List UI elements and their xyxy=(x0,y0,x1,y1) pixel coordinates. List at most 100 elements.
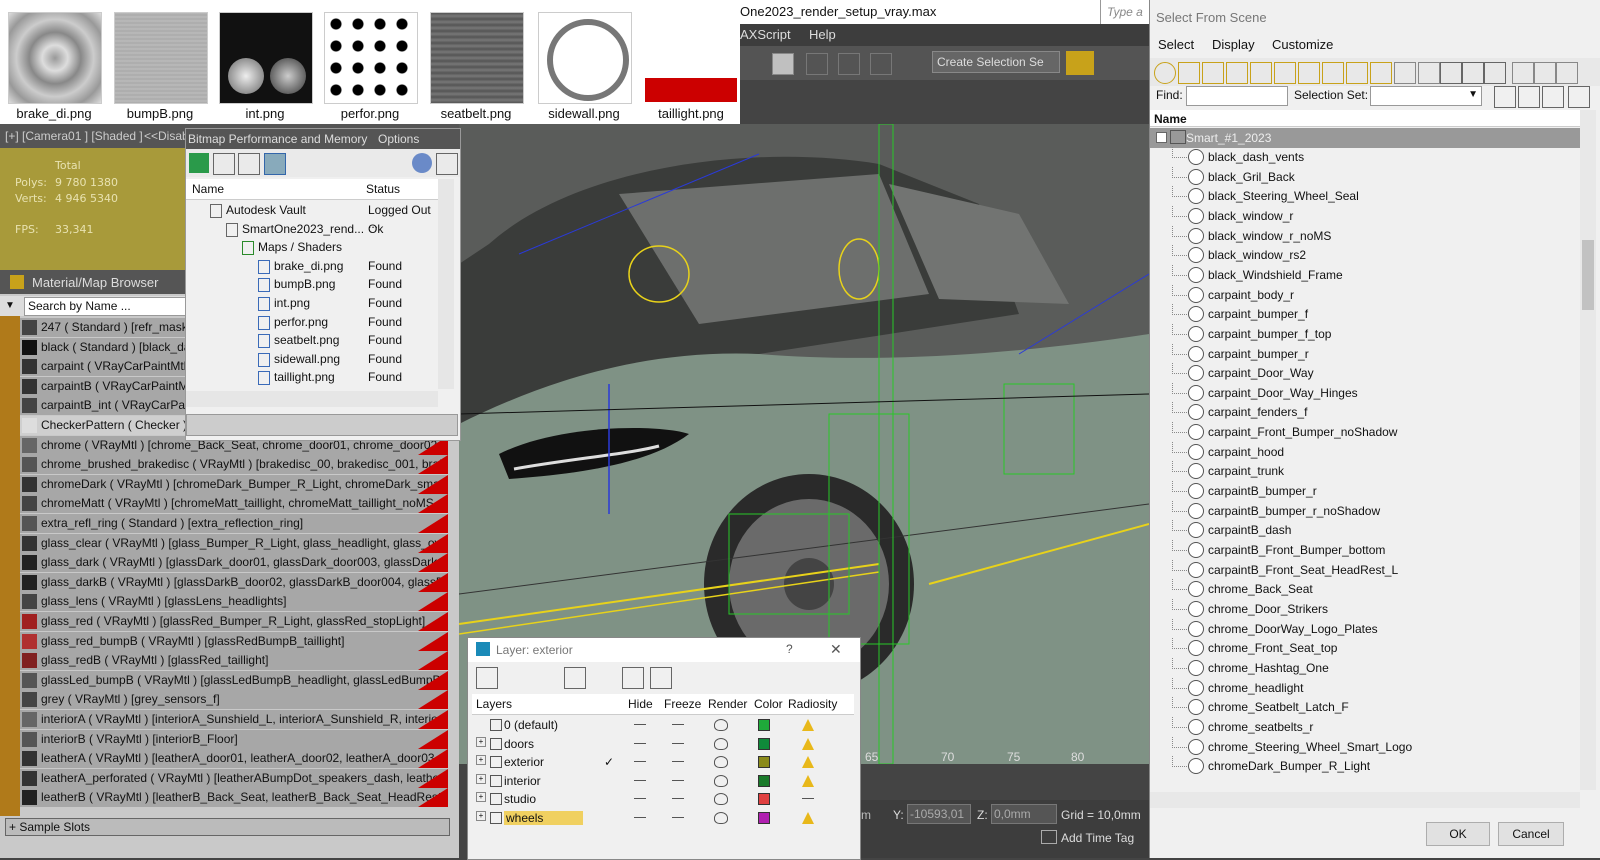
layer-expand-icon[interactable]: + xyxy=(476,811,486,821)
scene-object-row[interactable]: carpaint_Front_Bumper_noShadow xyxy=(1150,422,1570,442)
sfs-col-name[interactable]: Name xyxy=(1154,112,1187,126)
layer-expand-icon[interactable]: + xyxy=(476,773,486,784)
bones-filter-icon[interactable] xyxy=(1346,62,1368,84)
groups-filter-icon[interactable] xyxy=(1298,62,1320,84)
material-list-item[interactable]: glass_red_bumpB ( VRayMtl ) [glassRedBum… xyxy=(20,631,448,651)
scene-object-row[interactable]: carpaint_bumper_r xyxy=(1150,343,1570,364)
search-options-icon[interactable]: ▼ xyxy=(5,300,15,311)
frozen-filter-icon[interactable] xyxy=(1394,62,1416,84)
bitmap-list-item[interactable]: int.png Found xyxy=(186,294,438,313)
hidden-filter-icon[interactable] xyxy=(1418,62,1440,84)
scene-object-row[interactable]: black_window_r xyxy=(1150,205,1570,226)
scene-object-row[interactable]: chrome_Seatbelt_Latch_F xyxy=(1150,697,1570,717)
align-icon[interactable] xyxy=(870,53,892,75)
scene-object-row[interactable]: carpaintB_bumper_r xyxy=(1150,481,1570,501)
freeze-toggle[interactable] xyxy=(672,817,684,818)
scene-object-row[interactable]: carpaint_body_r xyxy=(1150,284,1570,305)
radiosity-icon[interactable] xyxy=(802,774,814,787)
sfs-scrollbar-h[interactable] xyxy=(1150,792,1580,808)
scene-object-row[interactable]: chrome_Steering_Wheel_Smart_Logo xyxy=(1150,736,1570,757)
xrefs-filter-icon[interactable] xyxy=(1322,62,1344,84)
sfs-scrollbar-thumb[interactable] xyxy=(1582,240,1594,310)
hide-toggle[interactable] xyxy=(634,761,646,763)
layer-row[interactable]: + interior xyxy=(472,772,854,791)
sfs-menu-customize[interactable]: Customize xyxy=(1272,37,1333,52)
thumb-brake-di[interactable] xyxy=(8,12,102,104)
hide-toggle[interactable] xyxy=(634,779,646,781)
layer-color-swatch[interactable] xyxy=(758,719,770,731)
scene-object-row[interactable]: black_Gril_Back xyxy=(1150,166,1570,187)
display-none-icon[interactable] xyxy=(1462,62,1484,84)
cameras-filter-icon[interactable] xyxy=(1226,62,1248,84)
radiosity-icon[interactable] xyxy=(802,812,814,824)
material-list-item[interactable]: leatherA ( VRayMtl ) [leatherA_door01, l… xyxy=(20,749,448,769)
sfs-scrollbar-v[interactable] xyxy=(1580,110,1596,790)
scene-object-row[interactable]: carpaint_bumper_f xyxy=(1150,304,1570,324)
time-tag-icon[interactable] xyxy=(1041,830,1057,844)
teapot-render-icon[interactable] xyxy=(714,774,728,787)
layer-color-swatch[interactable] xyxy=(758,793,770,806)
sfs-menu-select[interactable]: Select xyxy=(1158,37,1194,52)
hide-toggle[interactable] xyxy=(634,742,646,744)
ok-button[interactable]: OK xyxy=(1426,822,1490,846)
thumb-perfor[interactable] xyxy=(324,12,418,104)
current-layer-check[interactable]: ✓ xyxy=(604,755,614,769)
help-icon[interactable] xyxy=(436,153,458,175)
link-icon[interactable] xyxy=(838,53,860,75)
material-list-item[interactable]: chromeMatt ( VRayMtl ) [chromeMatt_taill… xyxy=(20,494,448,514)
thumb-bumpb[interactable] xyxy=(114,12,208,104)
lights-filter-icon[interactable] xyxy=(1202,62,1224,84)
scene-object-row[interactable]: carpaint_Door_Way_Hinges xyxy=(1150,382,1570,403)
freeze-all-icon[interactable] xyxy=(650,667,672,689)
sfs-config-icon[interactable] xyxy=(1568,86,1590,108)
sync-selection-icon[interactable] xyxy=(1556,62,1578,84)
sfs-collapse-icon[interactable] xyxy=(1518,86,1540,108)
scene-object-row[interactable]: black_window_rs2 xyxy=(1150,245,1570,265)
create-selection-set-dropdown[interactable]: Create Selection Se xyxy=(932,51,1060,73)
scene-object-row[interactable]: chrome_DoorWay_Logo_Plates xyxy=(1150,618,1570,639)
material-list-item[interactable]: glass_darkB ( VRayMtl ) [glassDarkB_door… xyxy=(20,572,448,592)
scene-object-row[interactable]: carpaint_trunk xyxy=(1150,461,1570,481)
delete-layer-icon[interactable] xyxy=(506,667,526,687)
material-list-item[interactable]: leatherA_perforated ( VRayMtl ) [leather… xyxy=(20,768,448,788)
layer-color-swatch[interactable] xyxy=(758,774,770,787)
radiosity-icon[interactable] xyxy=(802,719,814,731)
filter-options-icon[interactable] xyxy=(1534,62,1556,84)
col-status[interactable]: Status xyxy=(366,182,400,196)
scene-object-row[interactable]: chrome_Back_Seat xyxy=(1150,579,1570,599)
viewport-label[interactable]: [+] [Camera01 ] [Shaded ] xyxy=(5,129,143,143)
scene-object-row[interactable]: carpaint_bumper_f_top xyxy=(1150,323,1570,344)
teapot-render-icon[interactable] xyxy=(714,719,728,731)
scene-object-row[interactable]: carpaintB_Front_Bumper_bottom xyxy=(1150,540,1570,560)
options-menu[interactable]: Options xyxy=(378,132,419,146)
z-coord-field[interactable]: 0,0mm xyxy=(991,804,1057,824)
material-list-item[interactable]: chromeDark ( VRayMtl ) [chromeDark_Bumpe… xyxy=(20,474,448,494)
layer-color-swatch[interactable] xyxy=(758,737,770,750)
layer-expand-icon[interactable]: + xyxy=(476,755,486,766)
freeze-toggle[interactable] xyxy=(672,798,684,800)
col-radiosity[interactable]: Radiosity xyxy=(788,697,837,711)
layer-row[interactable]: 0 (default) xyxy=(472,716,854,735)
hide-all-icon[interactable] xyxy=(622,667,644,689)
scene-object-row[interactable]: chrome_Front_Seat_top xyxy=(1150,638,1570,658)
material-list-item[interactable]: leatherB ( VRayMtl ) [leatherB_Back_Seat… xyxy=(20,788,448,808)
material-list-item[interactable]: glass_lens ( VRayMtl ) [glassLens_headli… xyxy=(20,592,448,612)
material-list-item[interactable]: interiorA ( VRayMtl ) [interiorA_Sunshie… xyxy=(20,710,448,729)
hide-toggle[interactable] xyxy=(634,798,646,800)
material-list-item[interactable]: glass_red ( VRayMtl ) [glassRed_Bumper_R… xyxy=(20,612,448,631)
scene-object-row[interactable]: carpaint_fenders_f xyxy=(1150,402,1570,422)
named-sets-icon[interactable] xyxy=(1066,51,1094,75)
teapot-render-icon[interactable] xyxy=(714,812,728,824)
scene-object-row[interactable]: carpaintB_bumper_r_noShadow xyxy=(1150,500,1570,521)
col-freeze[interactable]: Freeze xyxy=(664,697,701,711)
hide-toggle[interactable] xyxy=(634,817,646,818)
freeze-toggle[interactable] xyxy=(672,742,684,744)
bitmap-list-item[interactable]: seatbelt.png Found xyxy=(186,331,438,350)
scene-object-row[interactable]: chrome_Door_Strikers xyxy=(1150,598,1570,619)
layer-row[interactable]: + doors xyxy=(472,735,854,754)
bitmap-list-item[interactable]: Autodesk Vault Logged Out ... xyxy=(186,201,438,231)
sfs-hierarchy-icon[interactable] xyxy=(1542,86,1564,108)
teapot-render-icon[interactable] xyxy=(714,737,728,750)
layer-close-button[interactable]: ✕ xyxy=(830,641,842,658)
bitmap-list-item[interactable]: Maps / Shaders xyxy=(186,238,438,257)
